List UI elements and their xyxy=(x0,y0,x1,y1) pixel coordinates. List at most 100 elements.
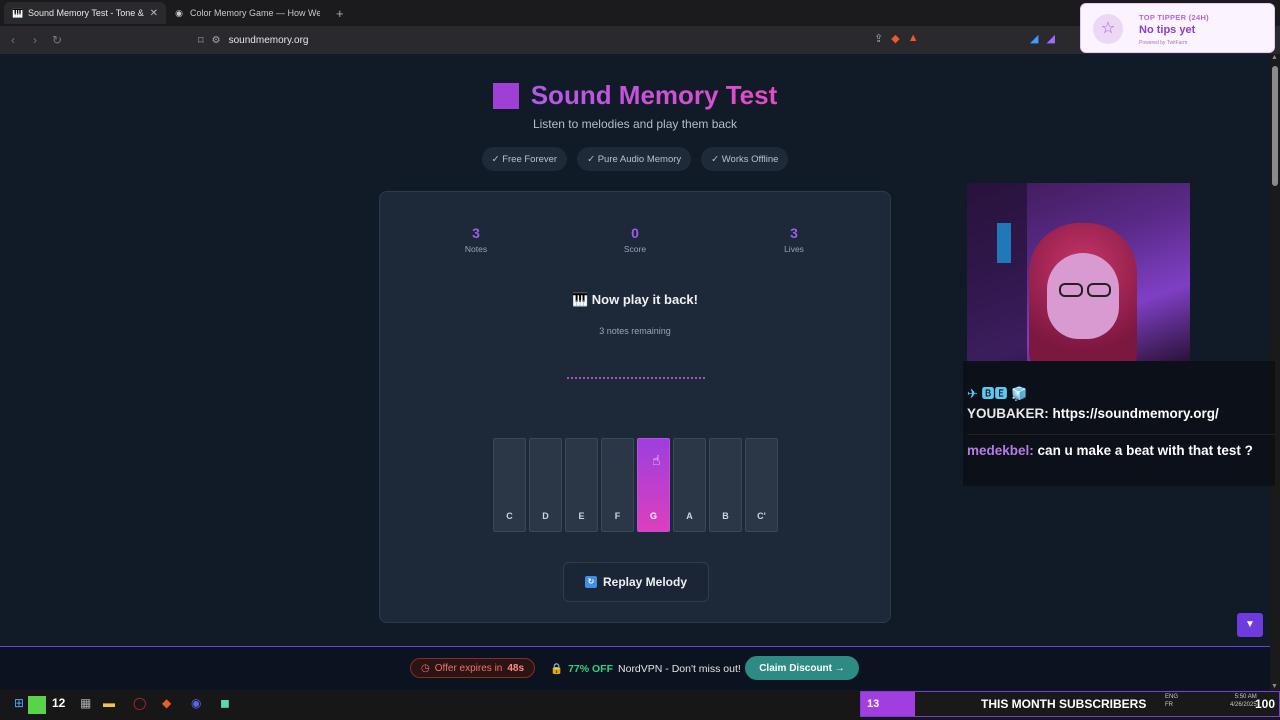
subscriber-goal: 100 xyxy=(1254,697,1275,711)
star-icon: ☆ xyxy=(1093,14,1123,44)
lang-secondary: FR xyxy=(1165,702,1173,708)
tab-color-memory[interactable]: ◉ Color Memory Game — How Well C xyxy=(166,2,328,24)
extensions: ◢ ◢ xyxy=(1030,32,1055,45)
brave-shield-icon[interactable]: ◆ xyxy=(891,32,899,45)
tab-title: Color Memory Game — How Well C xyxy=(190,8,320,18)
progress-dots xyxy=(566,377,706,379)
extension-icon[interactable]: ◢ xyxy=(1030,32,1038,45)
forward-icon[interactable]: › xyxy=(26,33,44,47)
app-icon[interactable]: ◼ xyxy=(220,696,230,714)
logo-square-icon xyxy=(492,82,519,109)
clock-date: 4/26/2025 xyxy=(1230,702,1257,708)
glasses-right xyxy=(1087,283,1111,297)
lock-icon: 🔒 xyxy=(550,663,564,675)
feature-pills: ✓ Free Forever ✓ Pure Audio Memory ✓ Wor… xyxy=(0,147,1270,171)
chat-username: YOUBAKER: xyxy=(967,406,1049,421)
offer-percent: 77% OFF xyxy=(568,662,614,675)
piano-key-b[interactable]: B xyxy=(709,438,742,532)
kick-logo-icon xyxy=(28,696,46,714)
key-label: C xyxy=(506,511,513,521)
replay-melody-button[interactable]: ↻ Replay Melody xyxy=(563,562,709,602)
lang-primary: ENG xyxy=(1165,694,1179,700)
chat-text: https://soundmemory.org/ xyxy=(1052,406,1219,421)
subscriber-count: 13 xyxy=(867,698,880,710)
clock-time: 5:50 AM xyxy=(1234,694,1257,700)
stat-notes: 3 Notes xyxy=(436,225,516,254)
hand-cursor-icon: ☝ xyxy=(652,452,661,468)
piano-key-c-high[interactable]: C' xyxy=(745,438,778,532)
page-title: Sound Memory Test xyxy=(530,80,778,110)
key-label: E xyxy=(578,511,585,521)
offer-text: 🔒 77% OFF NordVPN - Don't miss out! xyxy=(550,662,741,676)
chat-text: can u make a beat with that test ? xyxy=(1037,443,1253,458)
subscriber-goal-bar: 13 THIS MONTH SUBSCRIBERS 100 xyxy=(860,691,1280,717)
language-indicator[interactable]: ENG FR xyxy=(1165,693,1178,709)
close-icon[interactable]: ✕ xyxy=(150,8,158,19)
chat-message: YOUBAKER: https://soundmemory.org/ xyxy=(967,404,1275,424)
new-tab-button[interactable]: + xyxy=(336,6,344,21)
timer-seconds: 48s xyxy=(507,662,525,674)
offer-description: NordVPN - Don't miss out! xyxy=(618,662,741,675)
key-label: G xyxy=(649,511,657,521)
tab-sound-memory[interactable]: 🎹 Sound Memory Test - Tone & ✕ xyxy=(4,2,166,24)
bookmark-icon[interactable]: ⌑ xyxy=(198,34,204,47)
stat-value: 3 xyxy=(790,225,798,241)
timer-label: Offer expires in xyxy=(434,662,503,674)
discord-icon[interactable]: ◉ xyxy=(191,696,201,714)
back-icon[interactable]: ‹ xyxy=(4,33,22,47)
scroll-down-icon[interactable]: ▼ xyxy=(1271,683,1278,690)
key-label: F xyxy=(614,511,621,521)
top-tipper-widget: ☆ TOP TIPPER (24H) No tips yet Powered b… xyxy=(1080,3,1275,53)
system-clock[interactable]: 5:50 AM 4/26/2025 xyxy=(1230,693,1257,709)
piano-keyboard: C D E F ☝ G A B C' xyxy=(493,438,778,532)
piano-key-d[interactable]: D xyxy=(529,438,562,532)
extension-icon[interactable]: ◢ xyxy=(1046,32,1054,45)
brave-icon[interactable]: ◆ xyxy=(162,696,171,714)
feature-pill: ✓ Free Forever xyxy=(481,147,568,171)
chat-emotes: ✈ 🅱🅴 🧊 xyxy=(967,386,1028,401)
opera-icon[interactable]: ◯ xyxy=(133,696,146,714)
offer-bar: ◷ Offer expires in 48s 🔒 77% OFF NordVPN… xyxy=(0,646,1270,690)
key-label: C' xyxy=(757,511,766,521)
webcam-feed xyxy=(967,183,1190,361)
address-actions: ⇪ ◆ ▲ xyxy=(874,32,919,45)
scroll-thumb[interactable] xyxy=(1272,66,1278,186)
scroll-to-bottom-button[interactable]: ▼ xyxy=(1237,613,1263,637)
piano-key-e[interactable]: E xyxy=(565,438,598,532)
tab-title: Sound Memory Test - Tone & xyxy=(28,8,144,18)
key-label: B xyxy=(722,511,729,521)
color-wheel-icon: ◉ xyxy=(175,8,183,18)
header: Sound Memory Test xyxy=(0,80,1270,111)
stat-label: Notes xyxy=(464,244,488,254)
piano-key-a[interactable]: A xyxy=(673,438,706,532)
page-subtitle: Listen to melodies and play them back xyxy=(532,117,738,131)
webcam-light xyxy=(997,223,1011,263)
feature-pill: ✓ Pure Audio Memory xyxy=(577,147,692,171)
piano-key-c[interactable]: C xyxy=(493,438,526,532)
windows-start-icon[interactable]: ⊞ xyxy=(14,696,24,714)
stat-label: Score xyxy=(623,244,647,254)
url-field[interactable]: ⌑ ⚙ soundmemory.org xyxy=(198,30,938,50)
replay-label: Replay Melody xyxy=(602,575,688,589)
tipper-value: No tips yet xyxy=(1139,24,1196,36)
glasses-left xyxy=(1059,283,1083,297)
tipper-powered: Powered by TwitFarm xyxy=(1139,40,1188,46)
piano-key-g[interactable]: ☝ G xyxy=(637,438,670,532)
game-card: 3 Notes 0 Score 3 Lives 🎹 Now play it ba… xyxy=(379,191,891,623)
clock-icon: ◷ xyxy=(421,662,430,674)
folder-icon[interactable]: ▬ xyxy=(103,696,115,714)
offer-timer: ◷ Offer expires in 48s xyxy=(410,658,536,678)
claim-discount-button[interactable]: Claim Discount → xyxy=(745,656,859,680)
piano-key-f[interactable]: F xyxy=(601,438,634,532)
url-text: soundmemory.org xyxy=(228,34,309,46)
chat-overlay: ✈ 🅱🅴 🧊 YOUBAKER: https://soundmemory.org… xyxy=(967,383,1275,461)
stat-value: 3 xyxy=(472,225,480,241)
scroll-up-icon[interactable]: ▲ xyxy=(1271,54,1278,61)
replay-icon: ↻ xyxy=(584,576,597,588)
reload-icon[interactable]: ↻ xyxy=(48,33,66,47)
brave-rewards-icon[interactable]: ▲ xyxy=(908,32,919,45)
task-view-icon[interactable]: ▦ xyxy=(80,696,91,714)
key-label: A xyxy=(686,511,693,521)
site-settings-icon[interactable]: ⚙ xyxy=(212,35,221,46)
share-icon[interactable]: ⇪ xyxy=(874,32,883,45)
